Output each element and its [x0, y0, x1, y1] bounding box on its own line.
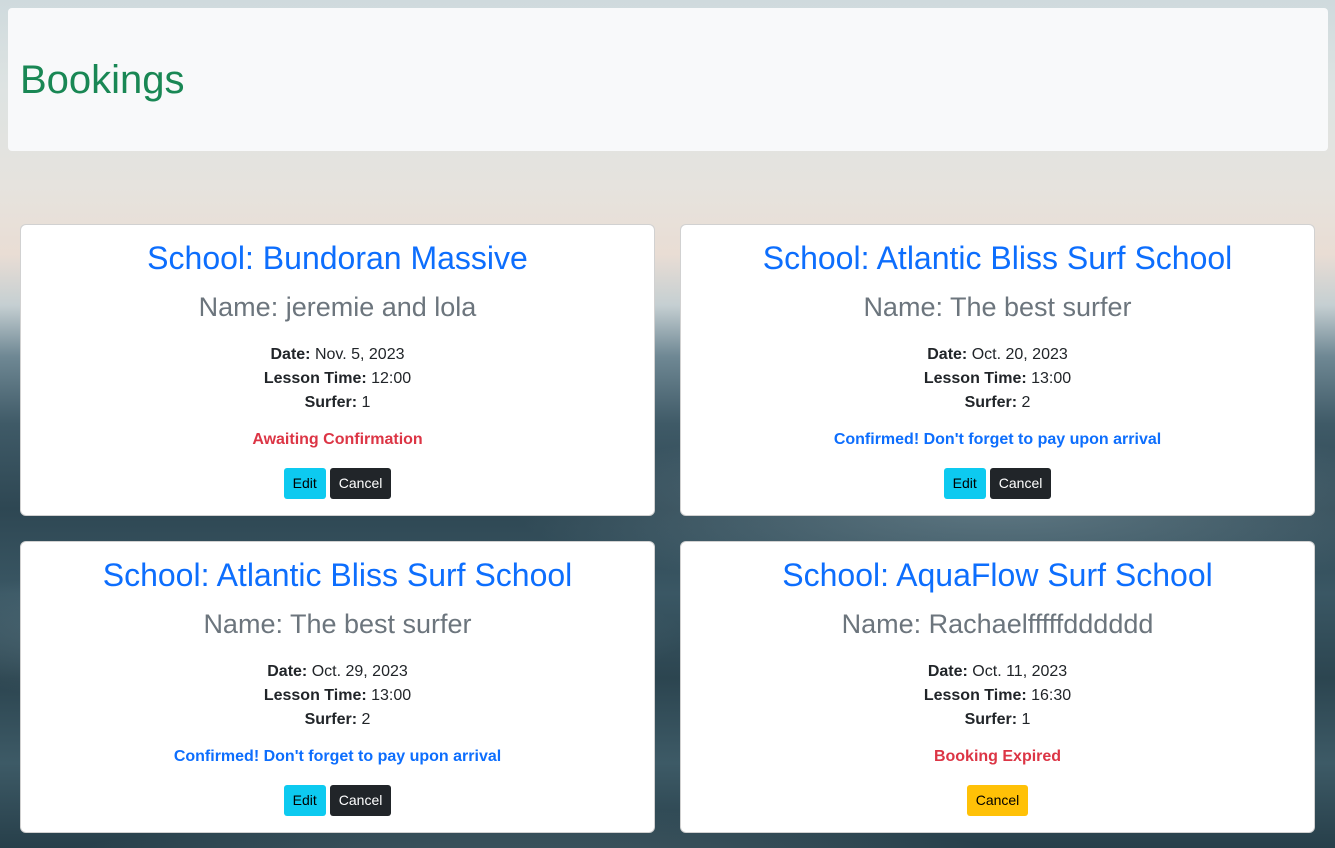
lesson-time-label: Lesson Time: [263, 370, 367, 387]
date-label: Date: [927, 663, 968, 680]
booking-actions: Edit Cancel [21, 468, 654, 499]
date-label: Date: [927, 346, 968, 363]
booking-details: Date: Oct. 20, 2023 Lesson Time: 13:00 S… [681, 343, 1314, 415]
booking-date: Date: Oct. 20, 2023 [681, 343, 1314, 367]
surfer-label: Surfer: [304, 394, 358, 411]
page-title: Bookings [20, 57, 185, 102]
booking-actions: Cancel [681, 785, 1314, 816]
booking-surfer: Surfer: 2 [21, 708, 654, 732]
booking-surfer: Surfer: 1 [21, 391, 654, 415]
cancel-button[interactable]: Cancel [329, 468, 392, 499]
lesson-time-label: Lesson Time: [263, 687, 367, 704]
edit-button[interactable]: Edit [283, 468, 326, 499]
cancel-button[interactable]: Cancel [966, 785, 1029, 816]
booking-details: Date: Oct. 11, 2023 Lesson Time: 16:30 S… [681, 660, 1314, 732]
surfer-value: 1 [1021, 711, 1031, 728]
booking-date: Date: Oct. 11, 2023 [681, 660, 1314, 684]
booking-lesson-time: Lesson Time: 13:00 [21, 684, 654, 708]
cancel-button[interactable]: Cancel [329, 785, 392, 816]
booking-status: Booking Expired [933, 748, 1062, 765]
booking-school: School: Bundoran Massive [147, 240, 528, 276]
booking-date: Date: Nov. 5, 2023 [21, 343, 654, 367]
lesson-time-label: Lesson Time: [923, 687, 1027, 704]
booking-card: School: Atlantic Bliss Surf School Name:… [680, 224, 1315, 516]
surfer-label: Surfer: [304, 711, 358, 728]
booking-name: Name: The best surfer [863, 292, 1132, 322]
booking-surfer: Surfer: 1 [681, 708, 1314, 732]
booking-details: Date: Oct. 29, 2023 Lesson Time: 13:00 S… [21, 660, 654, 732]
booking-date: Date: Oct. 29, 2023 [21, 660, 654, 684]
date-label: Date: [270, 346, 311, 363]
booking-name: Name: jeremie and lola [198, 292, 477, 322]
surfer-value: 2 [1021, 394, 1031, 411]
lesson-time-value: 13:00 [371, 687, 412, 704]
booking-school: School: AquaFlow Surf School [782, 557, 1213, 593]
booking-actions: Edit Cancel [681, 468, 1314, 499]
lesson-time-value: 12:00 [371, 370, 412, 387]
edit-button[interactable]: Edit [943, 468, 986, 499]
date-label: Date: [267, 663, 308, 680]
surfer-label: Surfer: [964, 711, 1018, 728]
date-value: Nov. 5, 2023 [314, 346, 405, 363]
surfer-label: Surfer: [964, 394, 1018, 411]
cancel-button[interactable]: Cancel [989, 468, 1052, 499]
date-value: Oct. 20, 2023 [971, 346, 1068, 363]
surfer-value: 2 [361, 711, 371, 728]
booking-status: Confirmed! Don't forget to pay upon arri… [833, 431, 1162, 448]
booking-name: Name: Rachaelfffffdddddd [841, 609, 1154, 639]
date-value: Oct. 11, 2023 [972, 663, 1068, 680]
booking-card: School: Atlantic Bliss Surf School Name:… [20, 541, 655, 833]
booking-lesson-time: Lesson Time: 13:00 [681, 367, 1314, 391]
booking-lesson-time: Lesson Time: 16:30 [681, 684, 1314, 708]
booking-status: Confirmed! Don't forget to pay upon arri… [173, 748, 502, 765]
booking-details: Date: Nov. 5, 2023 Lesson Time: 12:00 Su… [21, 343, 654, 415]
lesson-time-value: 13:00 [1031, 370, 1072, 387]
lesson-time-label: Lesson Time: [923, 370, 1027, 387]
booking-card: School: AquaFlow Surf School Name: Racha… [680, 541, 1315, 833]
booking-name: Name: The best surfer [203, 609, 472, 639]
lesson-time-value: 16:30 [1031, 687, 1072, 704]
edit-button[interactable]: Edit [283, 785, 326, 816]
booking-card: School: Bundoran Massive Name: jeremie a… [20, 224, 655, 516]
booking-school: School: Atlantic Bliss Surf School [102, 557, 573, 593]
booking-lesson-time: Lesson Time: 12:00 [21, 367, 654, 391]
booking-school: School: Atlantic Bliss Surf School [762, 240, 1233, 276]
booking-status: Awaiting Confirmation [252, 431, 423, 448]
booking-surfer: Surfer: 2 [681, 391, 1314, 415]
booking-actions: Edit Cancel [21, 785, 654, 816]
date-value: Oct. 29, 2023 [311, 663, 408, 680]
page-header: Bookings [8, 8, 1328, 151]
surfer-value: 1 [361, 394, 371, 411]
